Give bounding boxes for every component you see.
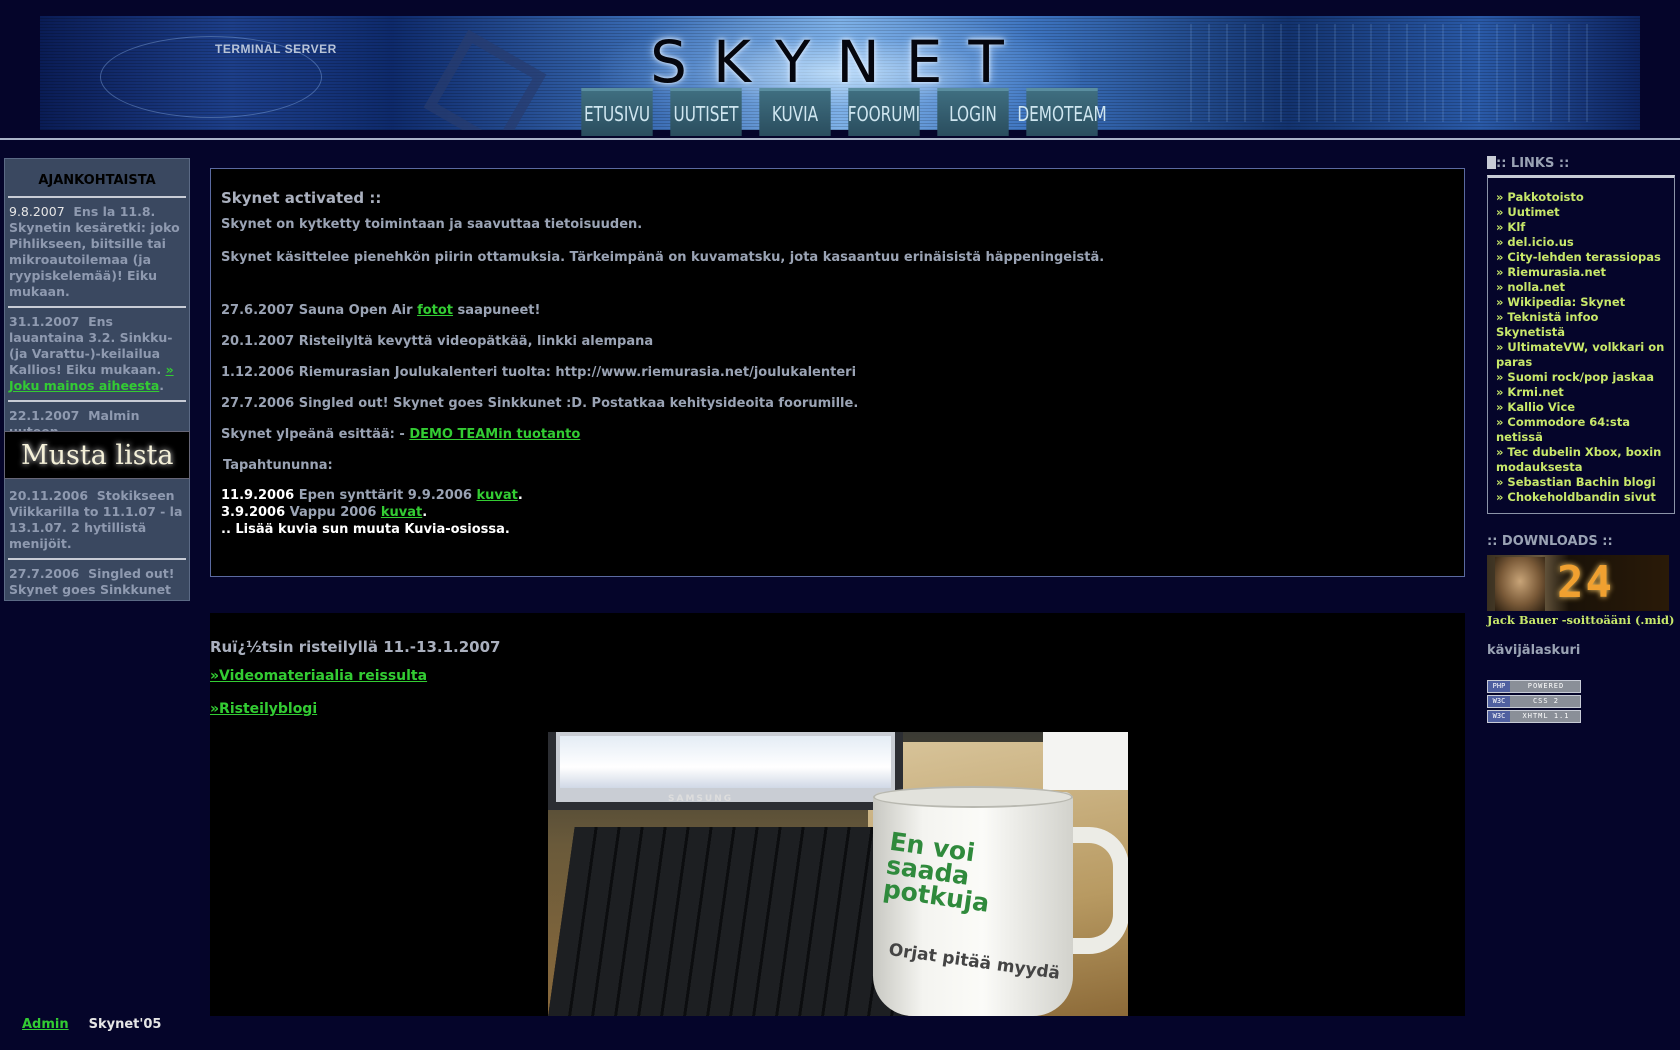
- visitor-counter-label: kävijälaskuri: [1487, 643, 1581, 658]
- event-photos-link[interactable]: kuvat: [381, 505, 422, 520]
- sidebar-title: AJANKOHTAISTA: [38, 173, 156, 188]
- news-date: 9.8.2007: [9, 204, 65, 219]
- nav-login[interactable]: LOGIN: [937, 88, 1009, 136]
- terminal-server-label: TERMINAL SERVER: [215, 42, 337, 56]
- musta-lista-banner[interactable]: Musta lista: [4, 431, 190, 479]
- badge-left: W3C: [1488, 711, 1510, 722]
- news-date: 27.7.2006: [9, 566, 80, 581]
- 24-logo: 24: [1557, 557, 1614, 608]
- link-item[interactable]: » Krmi.net: [1496, 385, 1668, 400]
- event-tail: .: [422, 505, 428, 520]
- badge-right: CSS 2: [1532, 697, 1560, 705]
- event-line: 11.9.2006 Epen synttärit 9.9.2006 kuvat.: [221, 487, 1454, 504]
- event-date: 11.9.2006: [221, 488, 295, 503]
- header-divider: [0, 138, 1680, 140]
- more-photos-note: .. Lisää kuvia sun muuta Kuvia-osiossa.: [221, 522, 510, 537]
- site-logo[interactable]: SKYNET: [620, 28, 1060, 96]
- news-date: 22.1.2007: [9, 408, 80, 423]
- news-line: 27.7.2006 Singled out! Skynet goes Sinkk…: [221, 396, 859, 411]
- main-nav: ETUSIVU UUTISET KUVIA FOORUMI LOGIN DEMO…: [575, 88, 1107, 136]
- link-item[interactable]: » Sebastian Bachin blogi: [1496, 475, 1668, 490]
- intro-1: Skynet on kytketty toimintaan ja saavutt…: [221, 217, 643, 232]
- link-item[interactable]: » Tec dubelin Xbox, boxin modauksesta: [1496, 445, 1668, 475]
- badges: PHP POWERED W3C CSS 2 W3C XHTML 1.1: [1487, 680, 1675, 723]
- links-title: :: LINKS ::: [1496, 156, 1570, 171]
- badge-left: PHP: [1488, 681, 1510, 692]
- link-item[interactable]: » Uutimet: [1496, 205, 1668, 220]
- nav-kuvia[interactable]: KUVIA: [759, 88, 831, 136]
- w3c-css-badge[interactable]: W3C CSS 2: [1487, 695, 1581, 708]
- paper-note: [1043, 732, 1128, 790]
- blog-link[interactable]: »Risteilyblogi: [210, 701, 317, 717]
- news-item: 27.7.2006 Singled out! Skynet goes Sinkk…: [5, 560, 189, 600]
- nav-uutiset[interactable]: UUTISET: [670, 88, 742, 136]
- video-link[interactable]: »Videomateriaalia reissulta: [210, 668, 427, 684]
- event-tail: .: [517, 488, 523, 503]
- link-item[interactable]: » Pakkotoisto: [1496, 190, 1668, 205]
- intro-2: Skynet käsittelee pienehkön piirin ottam…: [221, 250, 1105, 265]
- event-date: 3.9.2006: [221, 505, 286, 520]
- nav-demoteam[interactable]: DEMOTEAM: [1017, 88, 1107, 136]
- right-sidebar: :: LINKS :: » Pakkotoisto » Uutimet » Kl…: [1487, 156, 1675, 723]
- event-text: Epen synttärit 9.9.2006: [294, 488, 477, 503]
- event-text: Vappu 2006: [285, 505, 381, 520]
- copyright: Skynet'05: [88, 1017, 162, 1032]
- demo-text: Skynet ylpeänä esittää: -: [221, 427, 410, 442]
- link-item[interactable]: » Kallio Vice: [1496, 400, 1668, 415]
- news-tail: .: [159, 378, 165, 393]
- badge-left: W3C: [1488, 696, 1510, 707]
- mug-text: En voi saada potkuja: [881, 826, 992, 918]
- footer: Admin Skynet'05: [22, 1017, 161, 1032]
- nav-etusivu[interactable]: ETUSIVU: [581, 88, 653, 136]
- news-line-text: 27.6.2007 Sauna Open Air: [221, 303, 418, 318]
- link-item[interactable]: » Suomi rock/pop jaskaa: [1496, 370, 1668, 385]
- news-line-text: saapuneet!: [453, 303, 541, 318]
- cruise-section: Ruï¿½tsin risteilyllä 11.-13.1.2007 »Vid…: [210, 613, 1465, 1016]
- badge-right: XHTML 1.1: [1522, 712, 1570, 720]
- news-item: 20.11.2006 Stokikseen Viikkarilla to 11.…: [5, 488, 189, 558]
- square-icon: [1487, 156, 1496, 169]
- news-line: 1.12.2006 Riemurasian Joulukalenteri tuo…: [221, 365, 857, 380]
- fotot-link[interactable]: fotot: [417, 303, 453, 318]
- php-badge[interactable]: PHP POWERED: [1487, 680, 1581, 693]
- link-item[interactable]: » del.icio.us: [1496, 235, 1668, 250]
- link-item[interactable]: » Commodore 64:sta netissä: [1496, 415, 1668, 445]
- jack-bauer-image[interactable]: 24: [1487, 555, 1669, 611]
- event-line: 3.9.2006 Vappu 2006 kuvat.: [221, 504, 1454, 521]
- mug-photo: SAMSUNG En voi saada potkuja Orjat pitää…: [548, 732, 1128, 1016]
- link-item[interactable]: » Wikipedia: Skynet: [1496, 295, 1668, 310]
- link-item[interactable]: » Chokeholdbandin sivut: [1496, 490, 1668, 505]
- demo-line: Skynet ylpeänä esittää: - DEMO TEAMin tu…: [221, 427, 1454, 442]
- news-line: 27.6.2007 Sauna Open Air fotot saapuneet…: [221, 303, 1454, 318]
- event-photos-link[interactable]: kuvat: [476, 488, 517, 503]
- links-list: » Pakkotoisto » Uutimet » Klf » del.icio…: [1487, 175, 1675, 514]
- news-item: 9.8.2007 Ens la 11.8. Skynetin kesäretki…: [5, 198, 189, 306]
- badge-right: POWERED: [1527, 682, 1565, 690]
- link-item[interactable]: » Klf: [1496, 220, 1668, 235]
- news-date: 20.11.2006: [9, 488, 89, 503]
- events-title: Tapahtununna:: [223, 458, 333, 473]
- monitor-brand: SAMSUNG: [668, 794, 734, 804]
- main-content: Skynet activated :: Skynet on kytketty t…: [210, 168, 1465, 577]
- news-date: 31.1.2007: [9, 314, 80, 329]
- news-item: 31.1.2007 Ens lauantaina 3.2. Sinkku-(ja…: [5, 308, 189, 400]
- downloads-title: :: DOWNLOADS ::: [1487, 534, 1613, 549]
- link-item[interactable]: » nolla.net: [1496, 280, 1668, 295]
- admin-link[interactable]: Admin: [22, 1017, 69, 1032]
- face-graphic: [1495, 557, 1545, 611]
- cruise-title: Ruï¿½tsin risteilyllä 11.-13.1.2007: [210, 638, 501, 656]
- server-grid-graphic: [1190, 24, 1590, 122]
- link-item[interactable]: » UltimateVW, volkkari on paras: [1496, 340, 1668, 370]
- w3c-xhtml-badge[interactable]: W3C XHTML 1.1: [1487, 710, 1581, 723]
- news-line: 20.1.2007 Risteilyltä kevyttä videopätkä…: [221, 334, 654, 349]
- main-title: Skynet activated ::: [221, 189, 382, 207]
- link-item[interactable]: » Teknistä infoo Skynetistä: [1496, 310, 1668, 340]
- ringtone-download-link[interactable]: Jack Bauer -soittoääni (.mid): [1487, 613, 1675, 627]
- link-item[interactable]: » City-lehden terassiopas: [1496, 250, 1668, 265]
- demo-team-link[interactable]: DEMO TEAMin tuotanto: [409, 427, 580, 442]
- news-sidebar[interactable]: AJANKOHTAISTA 9.8.2007 Ens la 11.8. Skyn…: [4, 158, 190, 601]
- nav-foorumi[interactable]: FOORUMI: [848, 88, 920, 136]
- links-header: :: LINKS ::: [1487, 156, 1675, 171]
- link-item[interactable]: » Riemurasia.net: [1496, 265, 1668, 280]
